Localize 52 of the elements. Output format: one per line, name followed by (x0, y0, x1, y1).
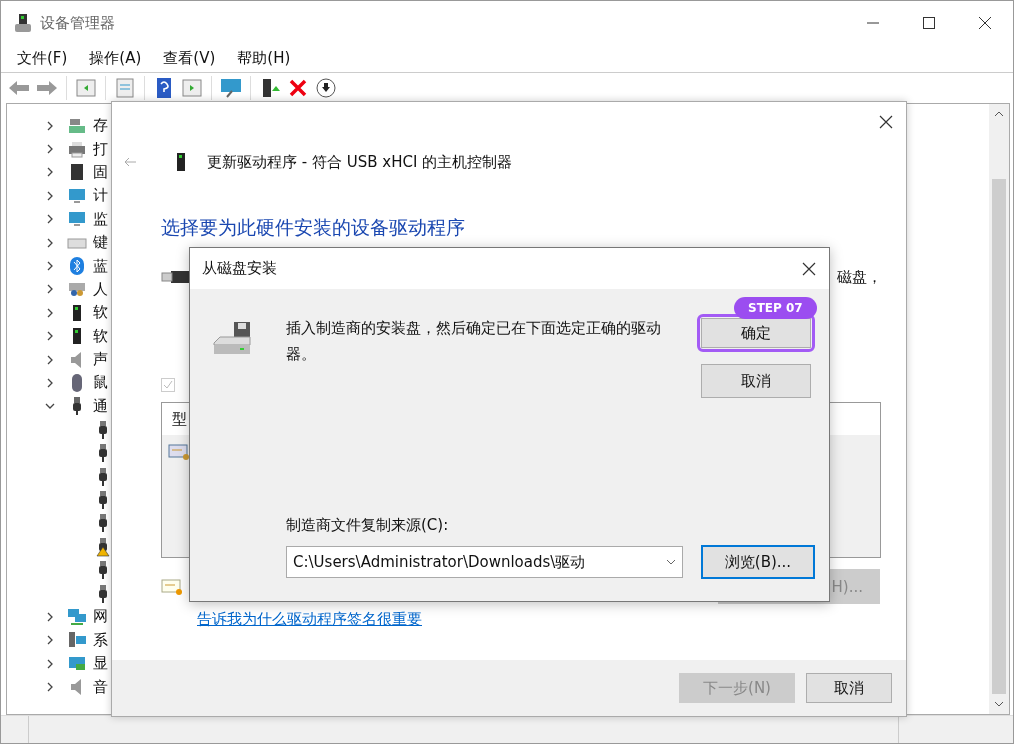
tree-item[interactable]: 通 (93, 396, 108, 416)
instruction-text: 磁盘， (837, 267, 882, 287)
wizard-heading: 选择要为此硬件安装的设备驱动程序 (161, 215, 466, 240)
wizard-title: 更新驱动程序 - 符合 USB xHCI 的主机控制器 (207, 152, 513, 172)
tree-item[interactable]: 软 (93, 303, 108, 323)
tree-item[interactable]: 键 (93, 233, 108, 253)
tree-item[interactable]: 网 (93, 607, 108, 627)
step-badge: STEP 07 (734, 297, 817, 319)
browse-button[interactable]: 浏览(B)... (701, 545, 815, 579)
monitor-search-icon[interactable] (219, 77, 243, 99)
tree-item[interactable]: 监 (93, 209, 108, 229)
close-icon[interactable] (978, 16, 992, 30)
certificate-icon (161, 577, 183, 596)
tree-item[interactable]: 鼠 (93, 373, 108, 393)
tree-item[interactable]: 计 (93, 186, 108, 206)
tree-item[interactable]: 音 (93, 677, 108, 697)
tree-item[interactable]: 声 (93, 350, 108, 370)
tree-item[interactable]: 蓝 (93, 256, 108, 276)
cancel-button[interactable]: 取消 (806, 673, 892, 703)
source-path-combo[interactable]: C:\Users\Administrator\Downloads\驱动 (286, 546, 683, 578)
tree-item[interactable]: 打 (93, 139, 108, 159)
tree-item[interactable]: 显 (93, 654, 108, 674)
column-header: 型 (172, 409, 187, 429)
close-button[interactable] (878, 114, 894, 130)
signing-info-link[interactable]: 告诉我为什么驱动程序签名很重要 (197, 610, 422, 629)
bluetooth-icon (67, 256, 87, 277)
tree-item[interactable]: 人 (93, 279, 108, 299)
usb-plug-icon (161, 268, 189, 286)
dialog-title: 从磁盘安装 (202, 259, 277, 278)
field-value: C:\Users\Administrator\Downloads\驱动 (293, 552, 586, 572)
maximize-icon[interactable] (923, 17, 935, 29)
ok-button[interactable]: 确定 (701, 318, 811, 348)
menu-item[interactable]: 文件(F) (9, 49, 76, 68)
menu-item[interactable]: 帮助(H) (229, 49, 299, 68)
tree-item[interactable]: 系 (93, 630, 108, 650)
menu-item[interactable]: 查看(V) (155, 49, 224, 68)
instruction-text: 插入制造商的安装盘，然后确定已在下面选定正确的驱动器。 (286, 318, 662, 365)
disk-drive-icon (212, 321, 252, 357)
tree-item[interactable]: 存 (93, 116, 108, 136)
cancel-button[interactable]: 取消 (701, 364, 811, 398)
device-manager-icon (14, 13, 32, 33)
network-icon (67, 606, 87, 627)
close-button[interactable] (801, 260, 817, 277)
download-icon[interactable] (314, 77, 338, 99)
field-label: 制造商文件复制来源(C): (286, 516, 450, 535)
certificate-icon (168, 443, 190, 461)
panel-icon[interactable] (74, 77, 98, 99)
menu-item[interactable]: 操作(A) (81, 49, 150, 68)
window-title: 设备管理器 (40, 13, 115, 33)
printer-icon (67, 139, 87, 160)
tree-item[interactable]: 软 (93, 326, 108, 346)
tree-item[interactable]: 固 (93, 162, 108, 182)
